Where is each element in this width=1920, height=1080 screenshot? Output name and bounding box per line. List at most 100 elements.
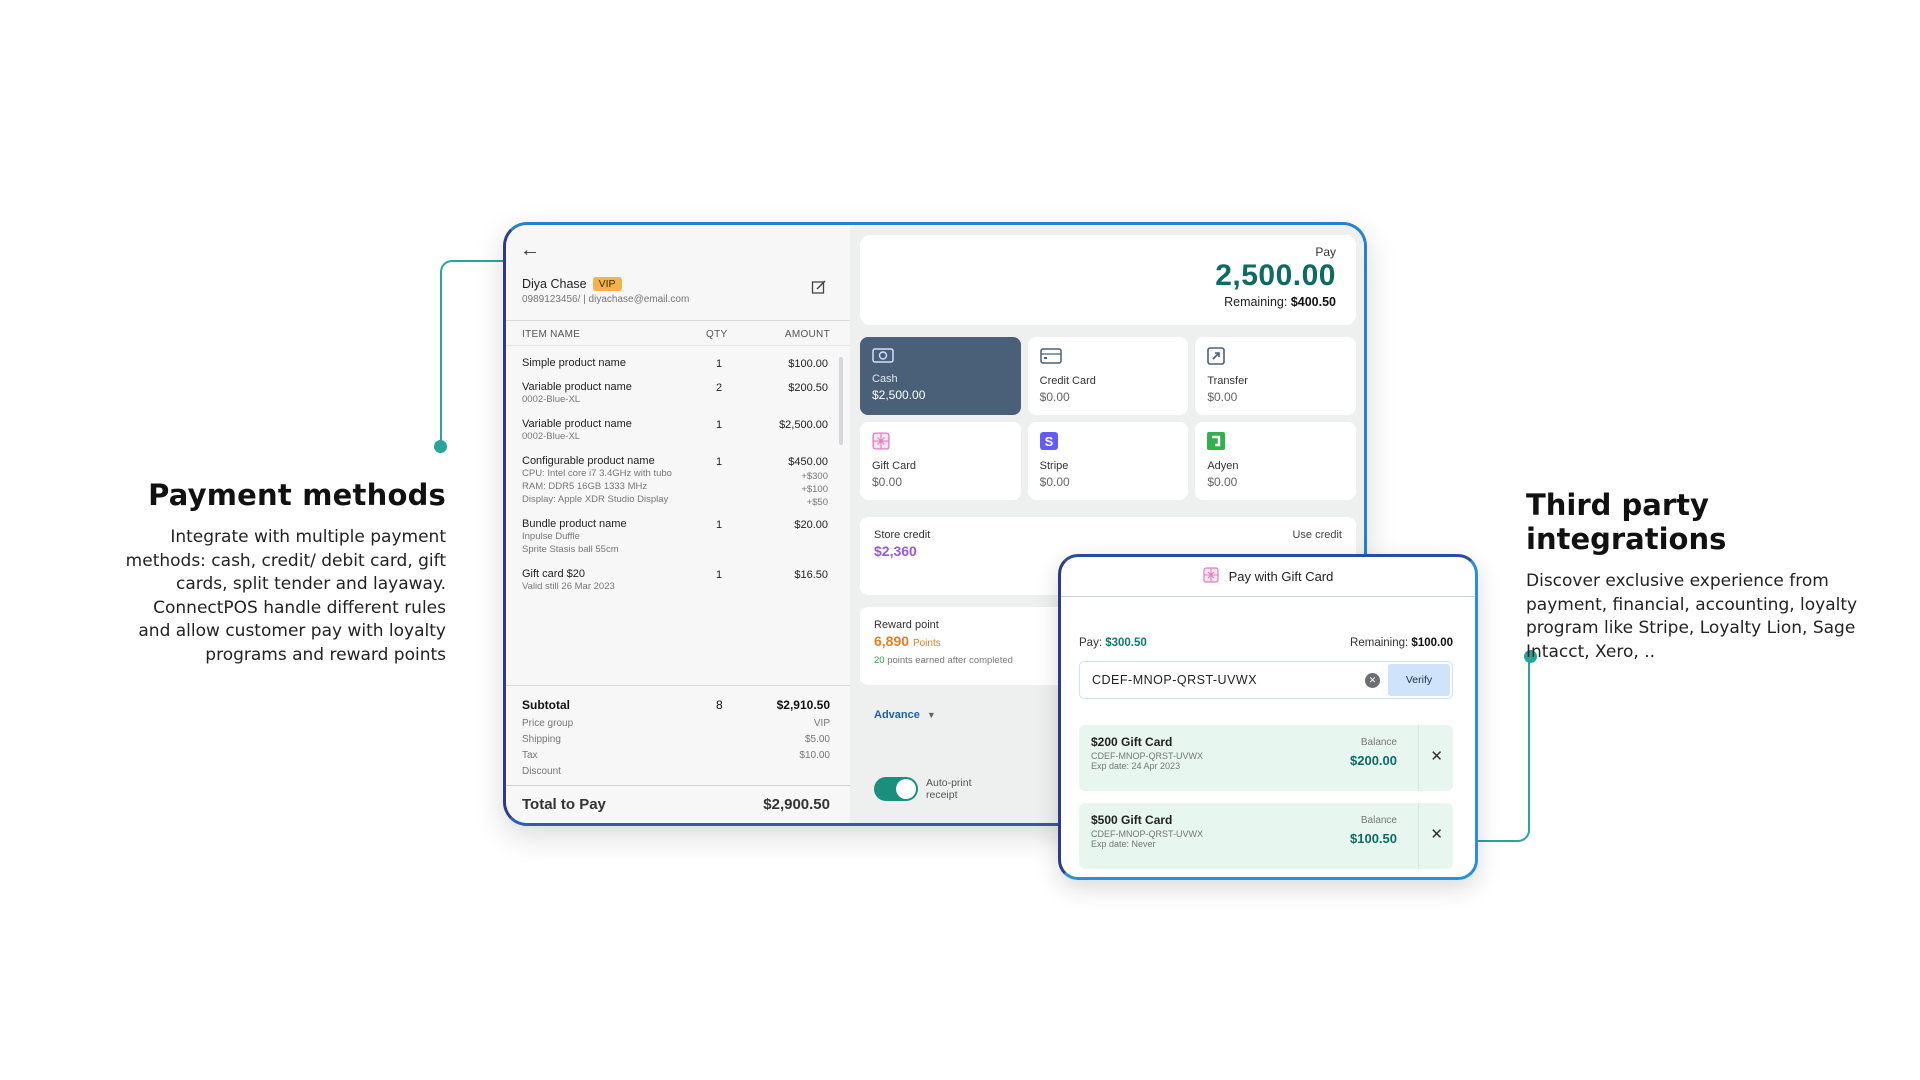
item-amount: $200.50: [788, 382, 828, 394]
payment-method-transfer[interactable]: Transfer $0.00: [1195, 337, 1356, 415]
shipping-value: $5.00: [804, 734, 830, 745]
gift-code-field: ✕ Verify: [1079, 661, 1453, 699]
gift-code-input[interactable]: [1092, 673, 1365, 687]
remove-gift-card-icon[interactable]: ✕: [1430, 747, 1443, 765]
cart-item-row[interactable]: Variable product name 1 $2,500.00 0002-Bl…: [506, 414, 838, 447]
cart-item-row[interactable]: Configurable product name 1 $450.00 CPU: …: [506, 451, 838, 510]
item-detail-amount: +$100: [801, 484, 828, 495]
dialog-pay-row: Pay: $300.50 Remaining: $100.00: [1079, 637, 1453, 649]
caret-down-icon: ▼: [926, 710, 936, 720]
method-name: Cash: [872, 373, 898, 385]
item-qty: 2: [716, 382, 723, 394]
payment-method-cash[interactable]: Cash $2,500.00: [860, 337, 1021, 415]
dialog-remaining-value: $100.00: [1411, 637, 1453, 649]
balance-value: $100.50: [1350, 831, 1397, 846]
remaining-label: Remaining:: [1224, 295, 1288, 309]
subtotal-row: Subtotal 8 $2,910.50: [522, 698, 830, 718]
earn-points-label: points earned after completed: [884, 655, 1013, 666]
reward-points-unit: Points: [912, 638, 941, 649]
item-detail: 0002-Blue-XL: [522, 394, 581, 405]
item-detail: 0002-Blue-XL: [522, 431, 581, 442]
reward-points-value: 6,890: [874, 633, 910, 649]
item-name: Variable product name: [522, 381, 632, 393]
edit-icon[interactable]: [811, 279, 827, 295]
use-credit-button[interactable]: Use credit: [1292, 529, 1342, 541]
dialog-pay-label: Pay:: [1079, 637, 1103, 649]
pay-label: Pay: [1315, 245, 1336, 259]
advance-dropdown[interactable]: Advance ▼: [874, 709, 936, 721]
back-arrow-icon[interactable]: ←: [520, 239, 540, 262]
method-value: $0.00: [872, 475, 903, 489]
dialog-remaining-label: Remaining:: [1350, 637, 1409, 649]
item-qty: 1: [716, 569, 723, 581]
tax-value: $10.00: [799, 750, 830, 761]
caption-title: Payment methods: [148, 478, 446, 512]
divider: [1418, 725, 1419, 791]
method-value: $0.00: [1207, 475, 1238, 489]
item-qty: 1: [716, 456, 723, 468]
method-value: $0.00: [1039, 475, 1070, 489]
remaining-value: $400.50: [1290, 295, 1336, 309]
advance-label: Advance: [874, 709, 920, 721]
item-detail-amounts: +$300 +$100 +$50: [801, 470, 828, 509]
cash-icon: [872, 347, 894, 367]
cart-item-row[interactable]: Bundle product name 1 $20.00 Inpulse Duff…: [506, 514, 838, 560]
item-detail-amount: +$300: [801, 471, 828, 482]
applied-gift-card: $200 Gift Card CDEF-MNOP-QRST-UVWX Exp d…: [1079, 725, 1453, 791]
method-value: $0.00: [1039, 390, 1070, 404]
cart-scrollbar[interactable]: [839, 357, 843, 445]
customer-name-row: Diya Chase VIP: [522, 277, 622, 291]
dialog-header: Pay with Gift Card: [1061, 557, 1475, 597]
dialog-title: Pay with Gift Card: [1228, 569, 1334, 584]
total-label: Total to Pay: [522, 796, 606, 813]
payment-method-gift-card[interactable]: Gift Card $0.00: [860, 422, 1021, 500]
caption-body: Discover exclusive experience from payme…: [1526, 571, 1858, 662]
item-amount: $16.50: [794, 569, 828, 581]
payment-method-stripe[interactable]: S Stripe $0.00: [1027, 422, 1189, 500]
clear-icon[interactable]: ✕: [1365, 672, 1380, 688]
subtotal-value: $2,910.50: [776, 698, 830, 712]
credit-card-icon: [1039, 347, 1062, 367]
price-group-row: Price group VIP: [522, 718, 830, 734]
cart-item-row[interactable]: Simple product name 1 $100.00: [506, 353, 838, 373]
discount-row: Discount: [522, 766, 830, 782]
verify-button[interactable]: Verify: [1388, 664, 1450, 696]
stripe-icon: S: [1039, 432, 1060, 452]
payment-method-adyen[interactable]: Adyen $0.00: [1195, 422, 1356, 500]
payment-method-credit-card[interactable]: Credit Card $0.00: [1027, 337, 1189, 415]
dialog-remaining: Remaining: $100.00: [1350, 637, 1453, 649]
cart-item-row[interactable]: Gift card $20 1 $16.50 Valid still 26 Mar…: [506, 564, 838, 597]
cart-panel: ← Diya Chase VIP 0989123456/ | diyachase…: [506, 225, 850, 823]
vip-badge: VIP: [592, 277, 622, 291]
cart-summary: Subtotal 8 $2,910.50 Price group VIP Shi…: [506, 685, 850, 782]
gift-card-dialog: Pay with Gift Card Pay: $300.50 Remainin…: [1058, 554, 1478, 880]
discount-label: Discount: [522, 766, 561, 777]
item-amount: $450.00: [788, 456, 828, 468]
item-name: Variable product name: [522, 418, 632, 430]
total-row: Total to Pay $2,900.50: [506, 785, 850, 813]
pay-amount[interactable]: 2,500.00: [880, 259, 1336, 293]
cart-items-list: Simple product name 1 $100.00 Variable pr…: [506, 353, 838, 601]
auto-print-toggle[interactable]: [874, 777, 918, 801]
cart-item-row[interactable]: Variable product name 2 $200.50 0002-Blue…: [506, 377, 838, 410]
dialog-pay-value: $300.50: [1105, 637, 1147, 649]
subtotal-qty: 8: [716, 698, 723, 712]
connector-line-left: [440, 260, 510, 446]
item-detail: CPU: Intel core i7 3.4GHz with tubo: [522, 468, 672, 479]
header-item: ITEM NAME: [522, 329, 581, 340]
method-value: $0.00: [1207, 390, 1238, 404]
remove-gift-card-icon[interactable]: ✕: [1430, 825, 1443, 843]
caption-payment-methods: Payment methods Integrate with multiple …: [120, 478, 446, 667]
method-name: Transfer: [1207, 375, 1248, 387]
item-qty: 1: [716, 519, 723, 531]
item-amount: $2,500.00: [779, 419, 828, 431]
header-qty: QTY: [706, 329, 728, 340]
shipping-row: Shipping $5.00: [522, 734, 830, 750]
price-group-label: Price group: [522, 718, 574, 729]
divider: [1418, 803, 1419, 869]
caption-title: Third party integrations: [1526, 488, 1727, 556]
earn-points-value: 20: [874, 655, 885, 666]
item-name: Bundle product name: [522, 518, 627, 530]
payment-methods-grid: Cash $2,500.00 Credit Card $0.00 Transfe…: [860, 337, 1356, 500]
method-name: Gift Card: [872, 460, 917, 472]
